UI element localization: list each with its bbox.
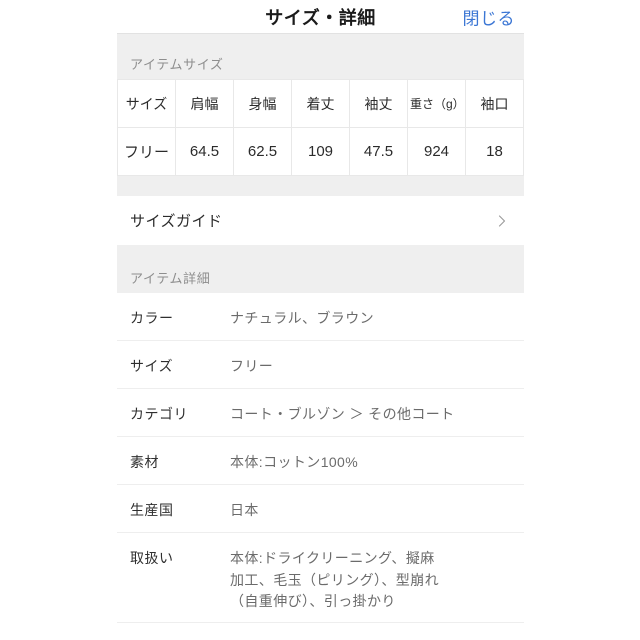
list-item: 素材 本体:コットン100% <box>117 437 524 485</box>
item-detail-list: カラー ナチュラル、ブラウン サイズ フリー カテゴリ コート・ブルゾン ＞ そ… <box>117 293 524 623</box>
section-header-item-size: アイテムサイズ <box>117 34 524 79</box>
table-header-cell: 肩幅 <box>175 79 234 128</box>
list-item: カラー ナチュラル、ブラウン <box>117 293 524 341</box>
chevron-right-icon <box>496 214 508 227</box>
detail-label: カラー <box>130 310 174 326</box>
close-button[interactable]: 閉じる <box>463 4 516 29</box>
detail-value: ナチュラル、ブラウン <box>230 310 374 326</box>
list-item: サイズ フリー <box>117 341 524 389</box>
table-cell: 924 <box>407 127 466 176</box>
item-size-table: サイズ 肩幅 身幅 着丈 袖丈 重さ（g） 袖口 フリー 64.5 62.5 1 <box>117 79 524 176</box>
table-header-cell: 重さ（g） <box>407 79 466 128</box>
section-gap <box>117 176 524 196</box>
table-cell: 47.5 <box>349 127 408 176</box>
size-guide-row[interactable]: サイズガイド <box>117 196 524 245</box>
detail-label: 生産国 <box>130 502 174 518</box>
table-header-cell: 袖丈 <box>349 79 408 128</box>
screen-root: サイズ・詳細 閉じる アイテムサイズ サイズ 肩幅 身幅 着丈 袖丈 重さ（g） <box>0 0 640 640</box>
table-cell: 64.5 <box>175 127 234 176</box>
detail-value: 本体:ドライクリーニング、擬麻加工、毛玉（ピリング）、型崩れ（自重伸び）、引っ掛… <box>230 550 439 610</box>
table-cell: 18 <box>465 127 524 176</box>
section-header-item-detail: アイテム詳細 <box>117 245 524 293</box>
detail-value: 日本 <box>230 502 259 518</box>
table-row: フリー 64.5 62.5 109 47.5 924 18 <box>117 127 524 176</box>
detail-value: コート・ブルゾン ＞ その他コート <box>230 406 455 422</box>
table-header-cell: サイズ <box>117 79 176 128</box>
detail-label: 取扱い <box>130 550 174 566</box>
detail-label: サイズ <box>130 358 174 374</box>
detail-value: フリー <box>230 358 274 374</box>
list-item: 取扱い 本体:ドライクリーニング、擬麻加工、毛玉（ピリング）、型崩れ（自重伸び）… <box>117 533 524 623</box>
table-header-cell: 袖口 <box>465 79 524 128</box>
size-guide-label: サイズガイド <box>130 213 223 230</box>
page-title: サイズ・詳細 <box>265 7 376 28</box>
size-detail-modal: サイズ・詳細 閉じる アイテムサイズ サイズ 肩幅 身幅 着丈 袖丈 重さ（g） <box>117 0 524 640</box>
table-header-cell: 身幅 <box>233 79 292 128</box>
detail-label: 素材 <box>130 454 159 470</box>
modal-header: サイズ・詳細 閉じる <box>117 0 524 33</box>
table-cell: フリー <box>117 127 176 176</box>
table-header-cell: 着丈 <box>291 79 350 128</box>
section-header-item-detail-label: アイテム詳細 <box>130 271 211 286</box>
table-cell: 109 <box>291 127 350 176</box>
table-cell: 62.5 <box>233 127 292 176</box>
table-header-row: サイズ 肩幅 身幅 着丈 袖丈 重さ（g） 袖口 <box>117 79 524 128</box>
section-header-item-size-label: アイテムサイズ <box>130 57 224 72</box>
list-item: カテゴリ コート・ブルゾン ＞ その他コート <box>117 389 524 437</box>
detail-value: 本体:コットン100% <box>230 454 359 470</box>
list-item: 生産国 日本 <box>117 485 524 533</box>
item-size-table-wrap: サイズ 肩幅 身幅 着丈 袖丈 重さ（g） 袖口 フリー 64.5 62.5 1 <box>117 79 524 176</box>
detail-label: カテゴリ <box>130 406 188 422</box>
